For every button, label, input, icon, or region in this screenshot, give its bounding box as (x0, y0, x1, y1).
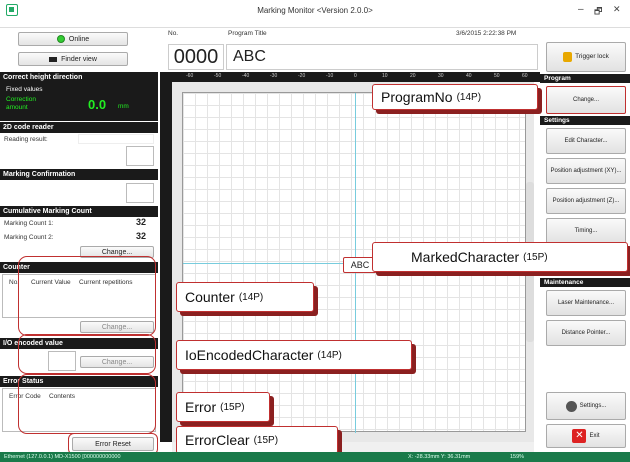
callout-counter: Counter (14P) (176, 282, 314, 312)
timing-button[interactable]: Timing... (546, 218, 626, 244)
cursor-coordinates: X: -28.33mm Y: 36.31mm (408, 454, 471, 460)
online-indicator-icon (56, 35, 65, 43)
online-button[interactable]: Online (18, 32, 128, 46)
maximize-icon[interactable]: 🗗 (594, 4, 602, 20)
ruler-tick-label: 20 (410, 73, 416, 79)
correction-unit: mm (118, 103, 129, 110)
callout-error-text: Error (185, 399, 217, 415)
callout-program-no-text: ProgramNo (381, 89, 453, 105)
io-highlight (18, 334, 156, 374)
program-info-bar: No. Program Title 3/6/2015 2:22:38 PM 00… (160, 28, 540, 72)
callout-error-clear-text: ErrorClear (185, 432, 250, 448)
ruler-tick-label: -20 (298, 73, 306, 79)
online-label: Online (68, 35, 90, 43)
finder-view-label: Finder view (61, 55, 97, 63)
callout-error: Error (15P) (176, 392, 270, 422)
program-title-label: Program Title (228, 30, 267, 37)
program-number: 0000 (168, 44, 224, 70)
marking-count2-value: 32 (136, 231, 147, 241)
callout-counter-pt: (14P) (238, 291, 264, 303)
settings-section-header: Settings (540, 116, 630, 125)
callout-counter-text: Counter (185, 289, 235, 305)
callout-marked-char-text: MarkedCharacter (411, 249, 520, 265)
distance-pointer-button[interactable]: Distance Pointer... (546, 320, 626, 346)
marking-confirmation-header: Marking Confirmation (0, 169, 158, 180)
lock-icon (563, 52, 573, 62)
marking-confirmation-box (126, 183, 154, 203)
ruler-tick-label: 60 (522, 73, 528, 79)
left-panel: Online Finder view Correct height direct… (0, 28, 160, 462)
zoom-level[interactable]: 159% (510, 452, 524, 462)
ruler-tick-label: 10 (382, 73, 388, 79)
maintenance-section-header: Maintenance (540, 278, 630, 287)
vertical-ruler (160, 82, 172, 442)
ruler-tick-label: 0 (354, 73, 357, 79)
ruler-tick-label: -40 (242, 73, 250, 79)
settings-label: Settings... (579, 403, 607, 409)
fixed-values-label: Fixed values (6, 86, 43, 93)
reading-result-label: Reading result: (4, 136, 48, 143)
ruler-tick-label: 40 (466, 73, 472, 79)
status-bar: Ethernet (127.0.0.1) MD-X1500 [000000000… (0, 452, 630, 462)
correct-height-header: Correct height direction (0, 72, 158, 83)
trigger-lock-label: Trigger lock (575, 53, 609, 60)
ruler-tick-label: -10 (326, 73, 334, 79)
callout-io-pt: (14P) (317, 349, 342, 361)
marking-count1-label: Marking Count 1: (4, 220, 54, 227)
minimize-icon[interactable]: – (578, 4, 584, 15)
callout-marked-character: MarkedCharacter (15P) (372, 242, 628, 272)
callout-program-no-pt: (14P) (456, 91, 482, 103)
correction-amount-label: Correction amount (6, 96, 36, 111)
laser-maintenance-button[interactable]: Laser Maintenance... (546, 290, 626, 316)
callout-error-clear: ErrorClear (15P) (176, 426, 338, 454)
callout-program-no: ProgramNo (14P) (372, 84, 538, 110)
ruler-tick-label: 50 (494, 73, 500, 79)
code-reader-header: 2D code reader (0, 122, 158, 133)
reading-result-field (78, 134, 154, 144)
settings-button[interactable]: Settings... (546, 392, 626, 420)
error-highlight (18, 374, 156, 434)
reading-result-box (126, 146, 154, 166)
cumulative-header: Cumulative Marking Count (0, 206, 158, 217)
trigger-lock-button[interactable]: Trigger lock (546, 42, 626, 72)
correct-height-panel: Fixed values Correction amount 0.0 mm (0, 83, 158, 121)
datetime: 3/6/2015 2:22:38 PM (456, 30, 517, 37)
callout-error-pt: (15P) (220, 401, 245, 413)
callout-io-text: IoEncodedCharacter (185, 347, 314, 363)
gear-icon (565, 400, 577, 412)
callout-error-clear-pt: (15P) (253, 434, 279, 446)
exit-x-icon: ✕ (572, 429, 587, 443)
ruler-tick-label: 30 (438, 73, 444, 79)
close-icon[interactable]: ✕ (613, 4, 621, 15)
no-label: No. (168, 30, 179, 37)
callout-io: IoEncodedCharacter (14P) (176, 340, 412, 370)
correction-value: 0.0 (88, 97, 107, 112)
exit-button[interactable]: ✕ Exit (546, 424, 626, 448)
ruler-tick-label: -60 (186, 73, 194, 79)
position-z-button[interactable]: Position adjustment (Z)... (546, 188, 626, 214)
horizontal-ruler: -60 -50 -40 -30 -20 -10 0 10 20 30 40 50 60 (160, 72, 540, 82)
program-title: ABC (226, 44, 538, 70)
camera-icon (49, 56, 58, 62)
title-bar: Marking Monitor <Version 2.0.0> – 🗗 ✕ (0, 0, 630, 28)
connection-status: Ethernet (127.0.0.1) MD-X1500 [000000000… (4, 454, 121, 460)
edit-character-button[interactable]: Edit Character... (546, 128, 626, 154)
marking-count2-label: Marking Count 2: (4, 234, 54, 241)
program-section-header: Program (540, 74, 630, 83)
counter-highlight (18, 256, 156, 336)
ruler-tick-label: -30 (270, 73, 278, 79)
window-title: Marking Monitor <Version 2.0.0> (257, 6, 373, 15)
exit-label: Exit (589, 433, 600, 439)
callout-marked-char-pt: (15P) (523, 251, 548, 263)
ruler-tick-label: -50 (214, 73, 222, 79)
finder-view-button[interactable]: Finder view (18, 52, 128, 66)
position-xy-button[interactable]: Position adjustment (XY)... (546, 158, 626, 184)
marking-count1-value: 32 (136, 217, 147, 227)
program-change-button[interactable]: Change... (546, 86, 626, 114)
